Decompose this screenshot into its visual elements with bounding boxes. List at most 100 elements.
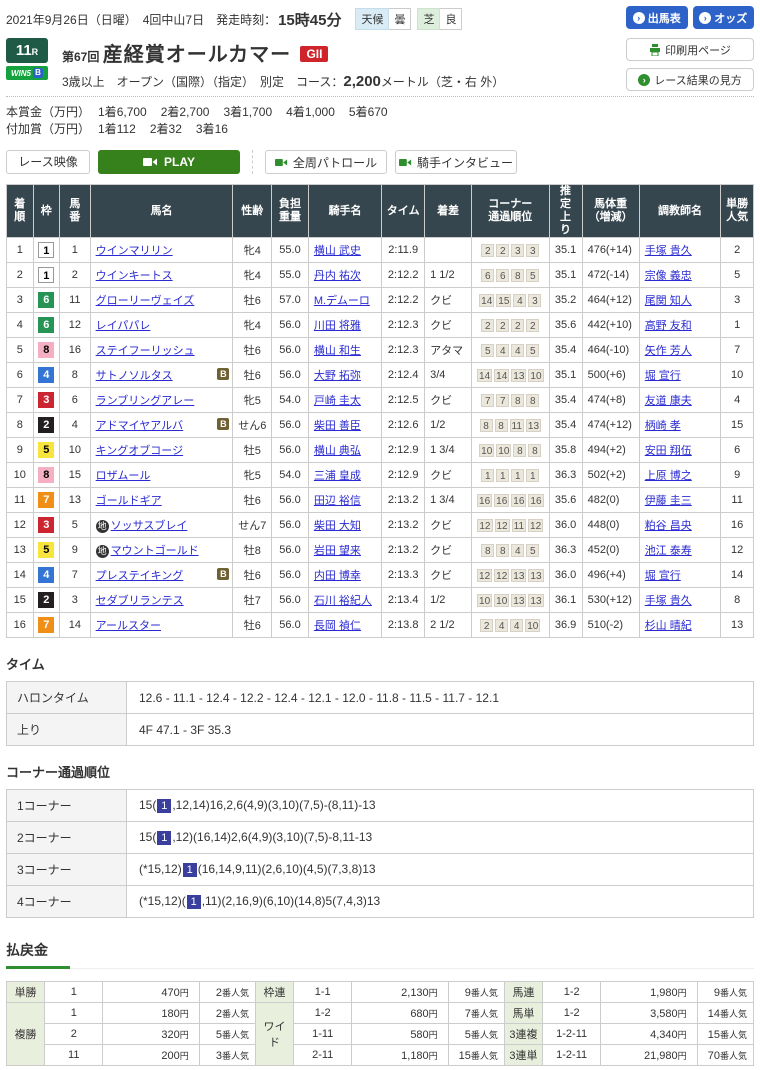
trainer-link[interactable]: 堀 宣行	[645, 370, 681, 382]
column-header: 調教師名	[638, 184, 722, 238]
column-header: コーナー 通過順位	[471, 184, 550, 238]
horse-number: 2	[59, 262, 91, 288]
corner-position-box: 16	[494, 493, 510, 507]
jockey-link[interactable]: 横山 武史	[314, 245, 361, 257]
trainer-link[interactable]: 尾関 知人	[645, 295, 692, 307]
horse-name-link[interactable]: ウインマリリン	[96, 245, 173, 257]
corner-section-title: コーナー通過順位	[6, 765, 111, 780]
horse-name-link[interactable]: ロザムール	[96, 470, 151, 482]
trainer-link[interactable]: 手塚 貴久	[645, 245, 692, 257]
jockey-link[interactable]: 柴田 善臣	[314, 420, 361, 432]
jockey-link[interactable]: 石川 裕紀人	[314, 595, 372, 607]
horse-name-link[interactable]: マウントゴールド	[111, 545, 199, 557]
horse-name-link[interactable]: セダブリランテス	[96, 595, 184, 607]
horse-name-link[interactable]: サトノソルタス	[96, 370, 173, 382]
horse-weight: 494(+2)	[581, 437, 640, 463]
jockey-interview-button[interactable]: 騎手インタビュー	[395, 150, 517, 174]
jockey-link[interactable]: 岩田 望来	[314, 545, 361, 557]
print-button[interactable]: 印刷用ページ	[626, 38, 754, 61]
win-favorite: 4	[720, 387, 754, 413]
horse-name-link[interactable]: ソッサスブレイ	[111, 520, 188, 532]
horse-name-link[interactable]: アドマイヤアルバ	[96, 420, 184, 432]
trainer-link[interactable]: 粕谷 昌央	[645, 520, 692, 532]
column-header: 推 定 上 り	[548, 184, 583, 238]
jockey-link[interactable]: M.デムーロ	[314, 295, 370, 307]
finish-position: 1	[6, 237, 34, 263]
corner-position-box: 2	[480, 618, 494, 632]
jockey-link[interactable]: 横山 典弘	[314, 445, 361, 457]
jockey-cell: 横山 武史	[307, 237, 383, 263]
trainer-link[interactable]: 伊藤 圭三	[645, 495, 692, 507]
jockey-link[interactable]: 柴田 大知	[314, 520, 361, 532]
time-row: ハロンタイム 12.6 - 11.1 - 12.4 - 12.2 - 12.4 -…	[6, 681, 754, 714]
trainer-link[interactable]: 友道 康夫	[645, 395, 692, 407]
prize-amount: 1,700	[242, 105, 273, 119]
results-guide-button[interactable]: › レース結果の見方	[626, 68, 754, 91]
race-title-prefix: 第67回	[62, 50, 100, 64]
trainer-link[interactable]: 堀 宣行	[645, 570, 681, 582]
entries-button[interactable]: › 出馬表	[626, 6, 688, 29]
payout-section-title: 払戻金	[6, 940, 70, 969]
payout-table: 単勝 1 470円 2番人気 枠連 1-1 2,130円 9番人気 馬連 1-2 1,980円 9番人…	[5, 981, 755, 1066]
jockey-link[interactable]: 三浦 皇成	[314, 470, 361, 482]
carried-weight: 56.0	[271, 612, 309, 638]
yen-unit: 円	[428, 1008, 438, 1019]
frame-badge: 6	[38, 292, 55, 308]
trainer-link[interactable]: 手塚 貴久	[645, 595, 692, 607]
trainer-link[interactable]: 安田 翔伍	[645, 445, 692, 457]
jockey-link[interactable]: 内田 博幸	[314, 570, 361, 582]
horse-name-link[interactable]: プレステイキング	[96, 570, 184, 582]
sex-age: 牝4	[232, 237, 273, 263]
horse-name-link[interactable]: ランブリングアレー	[96, 395, 195, 407]
weather-label: 天候	[355, 8, 390, 30]
jockey-link[interactable]: 戸崎 圭太	[314, 395, 361, 407]
jockey-link[interactable]: 横山 和生	[314, 345, 361, 357]
favorite-unit: 番人気	[221, 1050, 249, 1061]
trainer-link[interactable]: 宗像 義忠	[645, 270, 692, 282]
weather-value: 曇	[389, 8, 412, 30]
horse-name-link[interactable]: アールスター	[96, 620, 161, 632]
payout-favorite: 5番人気	[198, 1023, 256, 1045]
jockey-link[interactable]: 長岡 禎仁	[314, 620, 361, 632]
carried-weight: 56.0	[271, 512, 309, 538]
time-table: ハロンタイム 12.6 - 11.1 - 12.4 - 12.2 - 12.4 -…	[6, 681, 754, 746]
odds-button[interactable]: › オッズ	[692, 6, 754, 29]
horse-name-link[interactable]: ゴールドギア	[96, 495, 162, 507]
horse-name-link[interactable]: レイパパレ	[96, 320, 151, 332]
payout-favorite: 15番人気	[447, 1044, 505, 1066]
corner-position-box: 5	[526, 343, 540, 357]
jockey-link[interactable]: 田辺 裕信	[314, 495, 361, 507]
horse-weight: 464(-10)	[581, 337, 640, 363]
corner-position-box: 3	[528, 293, 542, 307]
trainer-link[interactable]: 杉山 晴紀	[645, 620, 692, 632]
horse-name-link[interactable]: ステイフーリッシュ	[96, 345, 195, 357]
payout-amount: 4,340円	[600, 1023, 698, 1045]
last-3f: 36.1	[548, 587, 583, 613]
jockey-link[interactable]: 大野 拓弥	[314, 370, 361, 382]
win-favorite: 11	[720, 487, 754, 513]
trainer-link[interactable]: 矢作 芳人	[645, 345, 692, 357]
play-button[interactable]: PLAY	[98, 150, 240, 174]
favorite-unit: 番人気	[719, 1029, 747, 1040]
arrow-circle-icon: ›	[632, 11, 645, 24]
prize-money-row: 本賞金（万円） 1着6,700 2着2,700 3着1,700 4着1,000 5着67…	[6, 104, 754, 121]
horse-name-cell: ウインキートス	[89, 262, 234, 288]
horse-number: 14	[59, 612, 91, 638]
trainer-link[interactable]: 池江 泰寿	[645, 545, 692, 557]
corner-row-label: 3コーナー	[6, 853, 127, 886]
trainer-link[interactable]: 上原 博之	[645, 470, 692, 482]
patrol-video-button[interactable]: 全周パトロール	[265, 150, 387, 174]
last-3f: 35.6	[548, 487, 583, 513]
jockey-link[interactable]: 丹内 祐次	[314, 270, 361, 282]
horse-name-link[interactable]: ウインキートス	[96, 270, 173, 282]
horse-name-link[interactable]: グローリーヴェイズ	[96, 295, 195, 307]
horse-name-link[interactable]: キングオブコージ	[96, 445, 183, 457]
favorite-unit: 番人気	[221, 987, 249, 998]
corner-position-box: 6	[496, 268, 510, 282]
horse-number: 10	[59, 437, 91, 463]
race-number-badge: 11R	[6, 38, 48, 63]
jockey-link[interactable]: 川田 将雅	[314, 320, 361, 332]
horse-weight: 502(+2)	[581, 462, 640, 488]
trainer-link[interactable]: 柄崎 孝	[645, 420, 681, 432]
trainer-link[interactable]: 高野 友和	[645, 320, 692, 332]
